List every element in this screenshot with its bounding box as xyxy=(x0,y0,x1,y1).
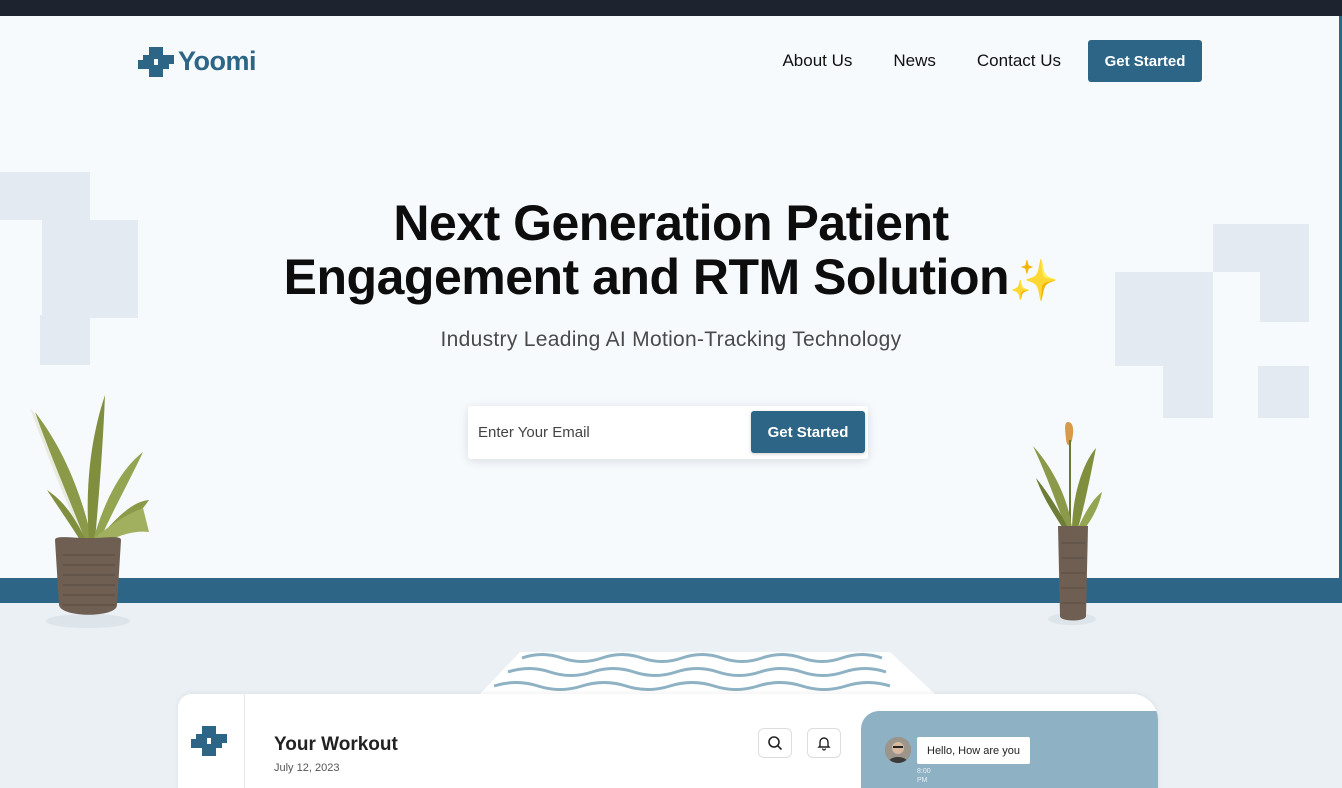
bell-icon xyxy=(817,737,831,751)
hero-subtitle: Industry Leading AI Motion-Tracking Tech… xyxy=(440,328,902,351)
chat-message: Hello, How are you xyxy=(917,737,1030,764)
email-input[interactable] xyxy=(478,415,748,449)
brand-name: Yoomi xyxy=(178,46,257,76)
workout-title: Your Workout xyxy=(274,734,398,755)
left-plant-illustration xyxy=(30,395,149,628)
dashboard-sidebar xyxy=(178,694,245,788)
search-button[interactable] xyxy=(758,728,792,758)
right-plant-illustration xyxy=(1033,422,1102,625)
hero-title-bold: Next Generation xyxy=(393,195,773,251)
email-signup-form: Get Started xyxy=(468,406,868,459)
rug-illustration xyxy=(480,652,935,694)
person-avatar-icon xyxy=(885,737,911,763)
header-get-started-button[interactable]: Get Started xyxy=(1088,40,1202,82)
wall-stripe xyxy=(0,578,1342,603)
email-get-started-button[interactable]: Get Started xyxy=(751,411,865,453)
nav-contact-us[interactable]: Contact Us xyxy=(977,40,1061,82)
sparkle-icon: ✨ xyxy=(1009,259,1059,303)
workout-date: July 12, 2023 xyxy=(274,762,340,774)
hero-title: Next Generation Patient Engagement and R… xyxy=(0,196,1342,308)
deco-block xyxy=(1163,366,1213,418)
dashboard-preview: Your Workout July 12, 2023 Hello, How ar… xyxy=(178,694,1158,788)
nav-news[interactable]: News xyxy=(893,40,936,82)
top-bar xyxy=(0,0,1342,16)
chat-timestamp: 8:00 PM xyxy=(917,768,931,784)
yoomi-cross-icon xyxy=(191,726,227,756)
avatar xyxy=(885,737,911,763)
deco-block xyxy=(1258,366,1309,418)
hero-title-line-2: Engagement and RTM Solution xyxy=(283,249,1010,305)
notifications-button[interactable] xyxy=(807,728,841,758)
nav-about-us[interactable]: About Us xyxy=(782,40,852,82)
main-nav: About Us News Contact Us Get Started xyxy=(741,40,1202,82)
chat-panel: Hello, How are you 8:00 PM xyxy=(861,711,1158,788)
hero-title-rest: Patient xyxy=(772,195,949,251)
yoomi-cross-icon xyxy=(138,46,174,77)
brand-logo[interactable]: Yoomi xyxy=(138,46,257,77)
search-icon xyxy=(768,736,783,751)
